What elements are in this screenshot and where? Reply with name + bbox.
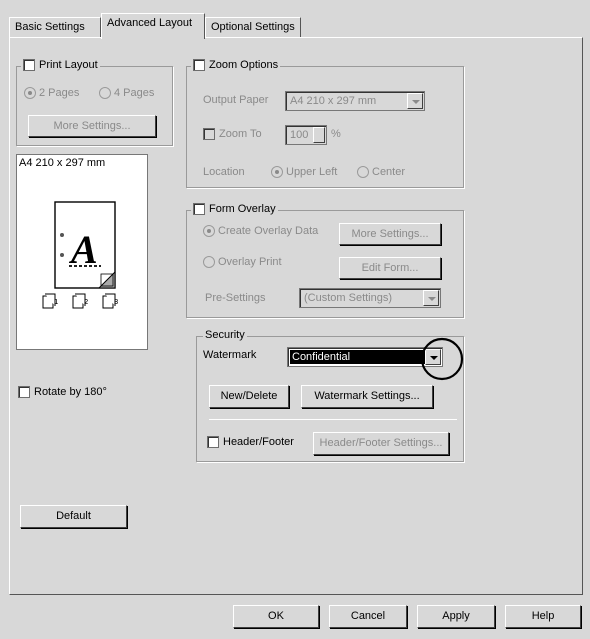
svg-text:A: A (68, 227, 98, 272)
header-footer-checkbox[interactable]: Header/Footer (207, 436, 294, 449)
output-paper-select[interactable]: A4 210 x 297 mm (285, 91, 425, 111)
presettings-select[interactable]: (Custom Settings) (299, 288, 441, 308)
print-layout-more-settings-button[interactable]: More Settings... (28, 115, 156, 137)
svg-text:2: 2 (84, 298, 88, 306)
apply-button[interactable]: Apply (417, 605, 495, 628)
output-paper-label: Output Paper (203, 94, 269, 106)
rotate-label: Rotate by 180° (34, 386, 107, 398)
highlight-circle (420, 337, 464, 381)
preview-paper-label: A4 210 x 297 mm (19, 157, 106, 169)
chevron-down-icon[interactable] (423, 290, 439, 306)
layout-preview: A4 210 x 297 mm A 1 2 3 (16, 154, 148, 350)
radio-2pages[interactable]: 2 Pages (24, 87, 79, 100)
print-layout-group: Print Layout 2 Pages 4 Pages More Settin… (16, 59, 173, 146)
tab-optional-settings[interactable]: Optional Settings (205, 17, 301, 37)
edit-form-button[interactable]: Edit Form... (339, 257, 441, 279)
new-delete-button[interactable]: New/Delete (209, 385, 289, 408)
zoom-options-group: Zoom Options Output Paper A4 210 x 297 m… (186, 59, 464, 188)
print-layout-checkbox[interactable] (23, 59, 35, 71)
zoom-options-checkbox[interactable] (193, 59, 205, 71)
default-button[interactable]: Default (20, 505, 127, 528)
header-footer-settings-button[interactable]: Header/Footer Settings... (313, 432, 449, 455)
overlay-more-settings-button[interactable]: More Settings... (339, 223, 441, 245)
rotate-180-checkbox[interactable]: Rotate by 180° (18, 386, 107, 399)
zoom-to-checkbox[interactable]: Zoom To (203, 128, 262, 141)
radio-center[interactable]: Center (357, 166, 405, 179)
divider (209, 419, 457, 420)
tab-advanced-layout[interactable]: Advanced Layout (101, 13, 205, 39)
chevron-down-icon[interactable] (407, 93, 423, 109)
svg-text:3: 3 (114, 298, 118, 306)
print-layout-label: Print Layout (39, 59, 98, 71)
form-overlay-label: Form Overlay (209, 203, 276, 215)
help-button[interactable]: Help (505, 605, 581, 628)
zoom-spinner-icon[interactable] (313, 127, 325, 143)
ok-button[interactable]: OK (233, 605, 319, 628)
radio-overlay-print[interactable]: Overlay Print (203, 256, 282, 269)
page-preview-icon: A 1 2 3 (42, 201, 118, 309)
watermark-settings-button[interactable]: Watermark Settings... (301, 385, 433, 408)
watermark-label: Watermark (203, 349, 257, 361)
location-label: Location (203, 166, 245, 178)
radio-upper-left[interactable]: Upper Left (271, 166, 337, 179)
tab-basic-settings[interactable]: Basic Settings (9, 17, 101, 37)
form-overlay-group: Form Overlay Create Overlay Data More Se… (186, 203, 464, 318)
zoom-options-label: Zoom Options (209, 59, 279, 71)
radio-4pages[interactable]: 4 Pages (99, 87, 154, 100)
form-overlay-checkbox[interactable] (193, 203, 205, 215)
radio-create-overlay[interactable]: Create Overlay Data (203, 225, 318, 238)
percent-label: % (331, 128, 341, 140)
svg-text:1: 1 (54, 298, 58, 306)
security-label: Security (205, 329, 245, 341)
cancel-button[interactable]: Cancel (329, 605, 407, 628)
presettings-label: Pre-Settings (205, 292, 266, 304)
zoom-value-input[interactable]: 100 (285, 125, 327, 145)
